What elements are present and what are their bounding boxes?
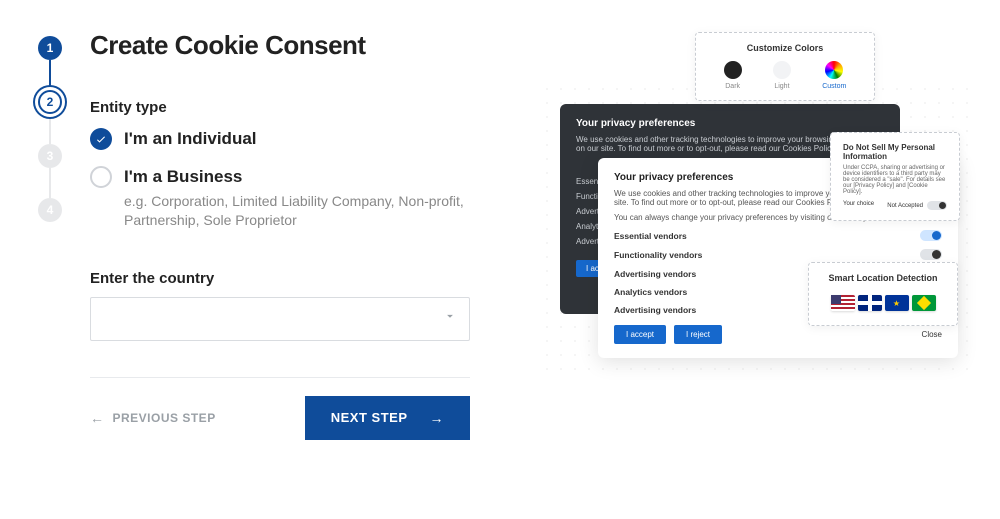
preview-illustration: Customize Colors Dark Light Custom Your …	[560, 32, 980, 392]
flag-uk-icon	[858, 295, 882, 311]
radio-business[interactable]: I'm a Business e.g. Corporation, Limited…	[90, 166, 510, 230]
radio-individual-label: I'm an Individual	[124, 128, 257, 150]
step-4: 4	[38, 198, 62, 222]
toggle-icon	[927, 201, 947, 210]
flag-us-icon	[831, 295, 855, 311]
step-line	[49, 60, 51, 90]
do-not-sell-card: Do Not Sell My Personal Information Unde…	[830, 132, 960, 221]
entity-type-label: Entity type	[90, 99, 510, 116]
divider	[90, 377, 470, 378]
next-step-button[interactable]: NEXT STEP →	[305, 396, 470, 440]
light-accept: I accept	[614, 325, 666, 344]
radio-individual-control[interactable]	[90, 128, 112, 150]
sell-body: Under CCPA, sharing or advertising or de…	[843, 165, 947, 195]
step-line	[49, 168, 51, 198]
radio-business-control[interactable]	[90, 166, 112, 188]
chevron-down-icon	[443, 309, 457, 328]
next-step-label: NEXT STEP	[331, 410, 408, 425]
location-title: Smart Location Detection	[821, 273, 945, 283]
color-option-dark: Dark	[724, 61, 742, 90]
toggle-icon	[920, 230, 942, 241]
previous-step-button[interactable]: ← PREVIOUS STEP	[90, 410, 216, 426]
customize-colors-card: Customize Colors Dark Light Custom	[695, 32, 875, 101]
step-1: 1	[38, 36, 62, 60]
step-line	[49, 114, 51, 144]
sell-choice-label: Your choice	[843, 201, 874, 210]
vendor-row: Functionality vendors	[614, 249, 942, 260]
previous-step-label: PREVIOUS STEP	[113, 411, 216, 425]
light-reject: I reject	[674, 325, 722, 344]
dark-title: Your privacy preferences	[576, 118, 884, 129]
radio-individual[interactable]: I'm an Individual	[90, 128, 510, 150]
location-detection-card: Smart Location Detection ★	[808, 262, 958, 326]
form-column: Create Cookie Consent Entity type I'm an…	[80, 30, 510, 440]
stepper: 1 2 3 4	[20, 30, 80, 440]
radio-business-sub: e.g. Corporation, Limited Liability Comp…	[124, 192, 510, 230]
arrow-left-icon: ←	[90, 410, 105, 426]
check-icon	[95, 133, 107, 145]
toggle-icon	[920, 249, 942, 260]
radio-business-label: I'm a Business	[124, 166, 510, 188]
arrow-right-icon: →	[430, 410, 445, 426]
step-3: 3	[38, 144, 62, 168]
light-close: Close	[922, 330, 942, 339]
country-select[interactable]	[90, 297, 470, 341]
color-option-light: Light	[773, 61, 791, 90]
customize-colors-title: Customize Colors	[708, 43, 862, 53]
vendor-row: Essential vendors	[614, 230, 942, 241]
page-title: Create Cookie Consent	[90, 30, 510, 61]
sell-status: Not Accepted	[887, 203, 923, 209]
color-option-custom: Custom	[822, 61, 846, 90]
flag-eu-icon: ★	[885, 295, 909, 311]
flag-br-icon	[912, 295, 936, 311]
step-2: 2	[38, 90, 62, 114]
sell-title: Do Not Sell My Personal Information	[843, 143, 947, 161]
country-label: Enter the country	[90, 270, 510, 287]
